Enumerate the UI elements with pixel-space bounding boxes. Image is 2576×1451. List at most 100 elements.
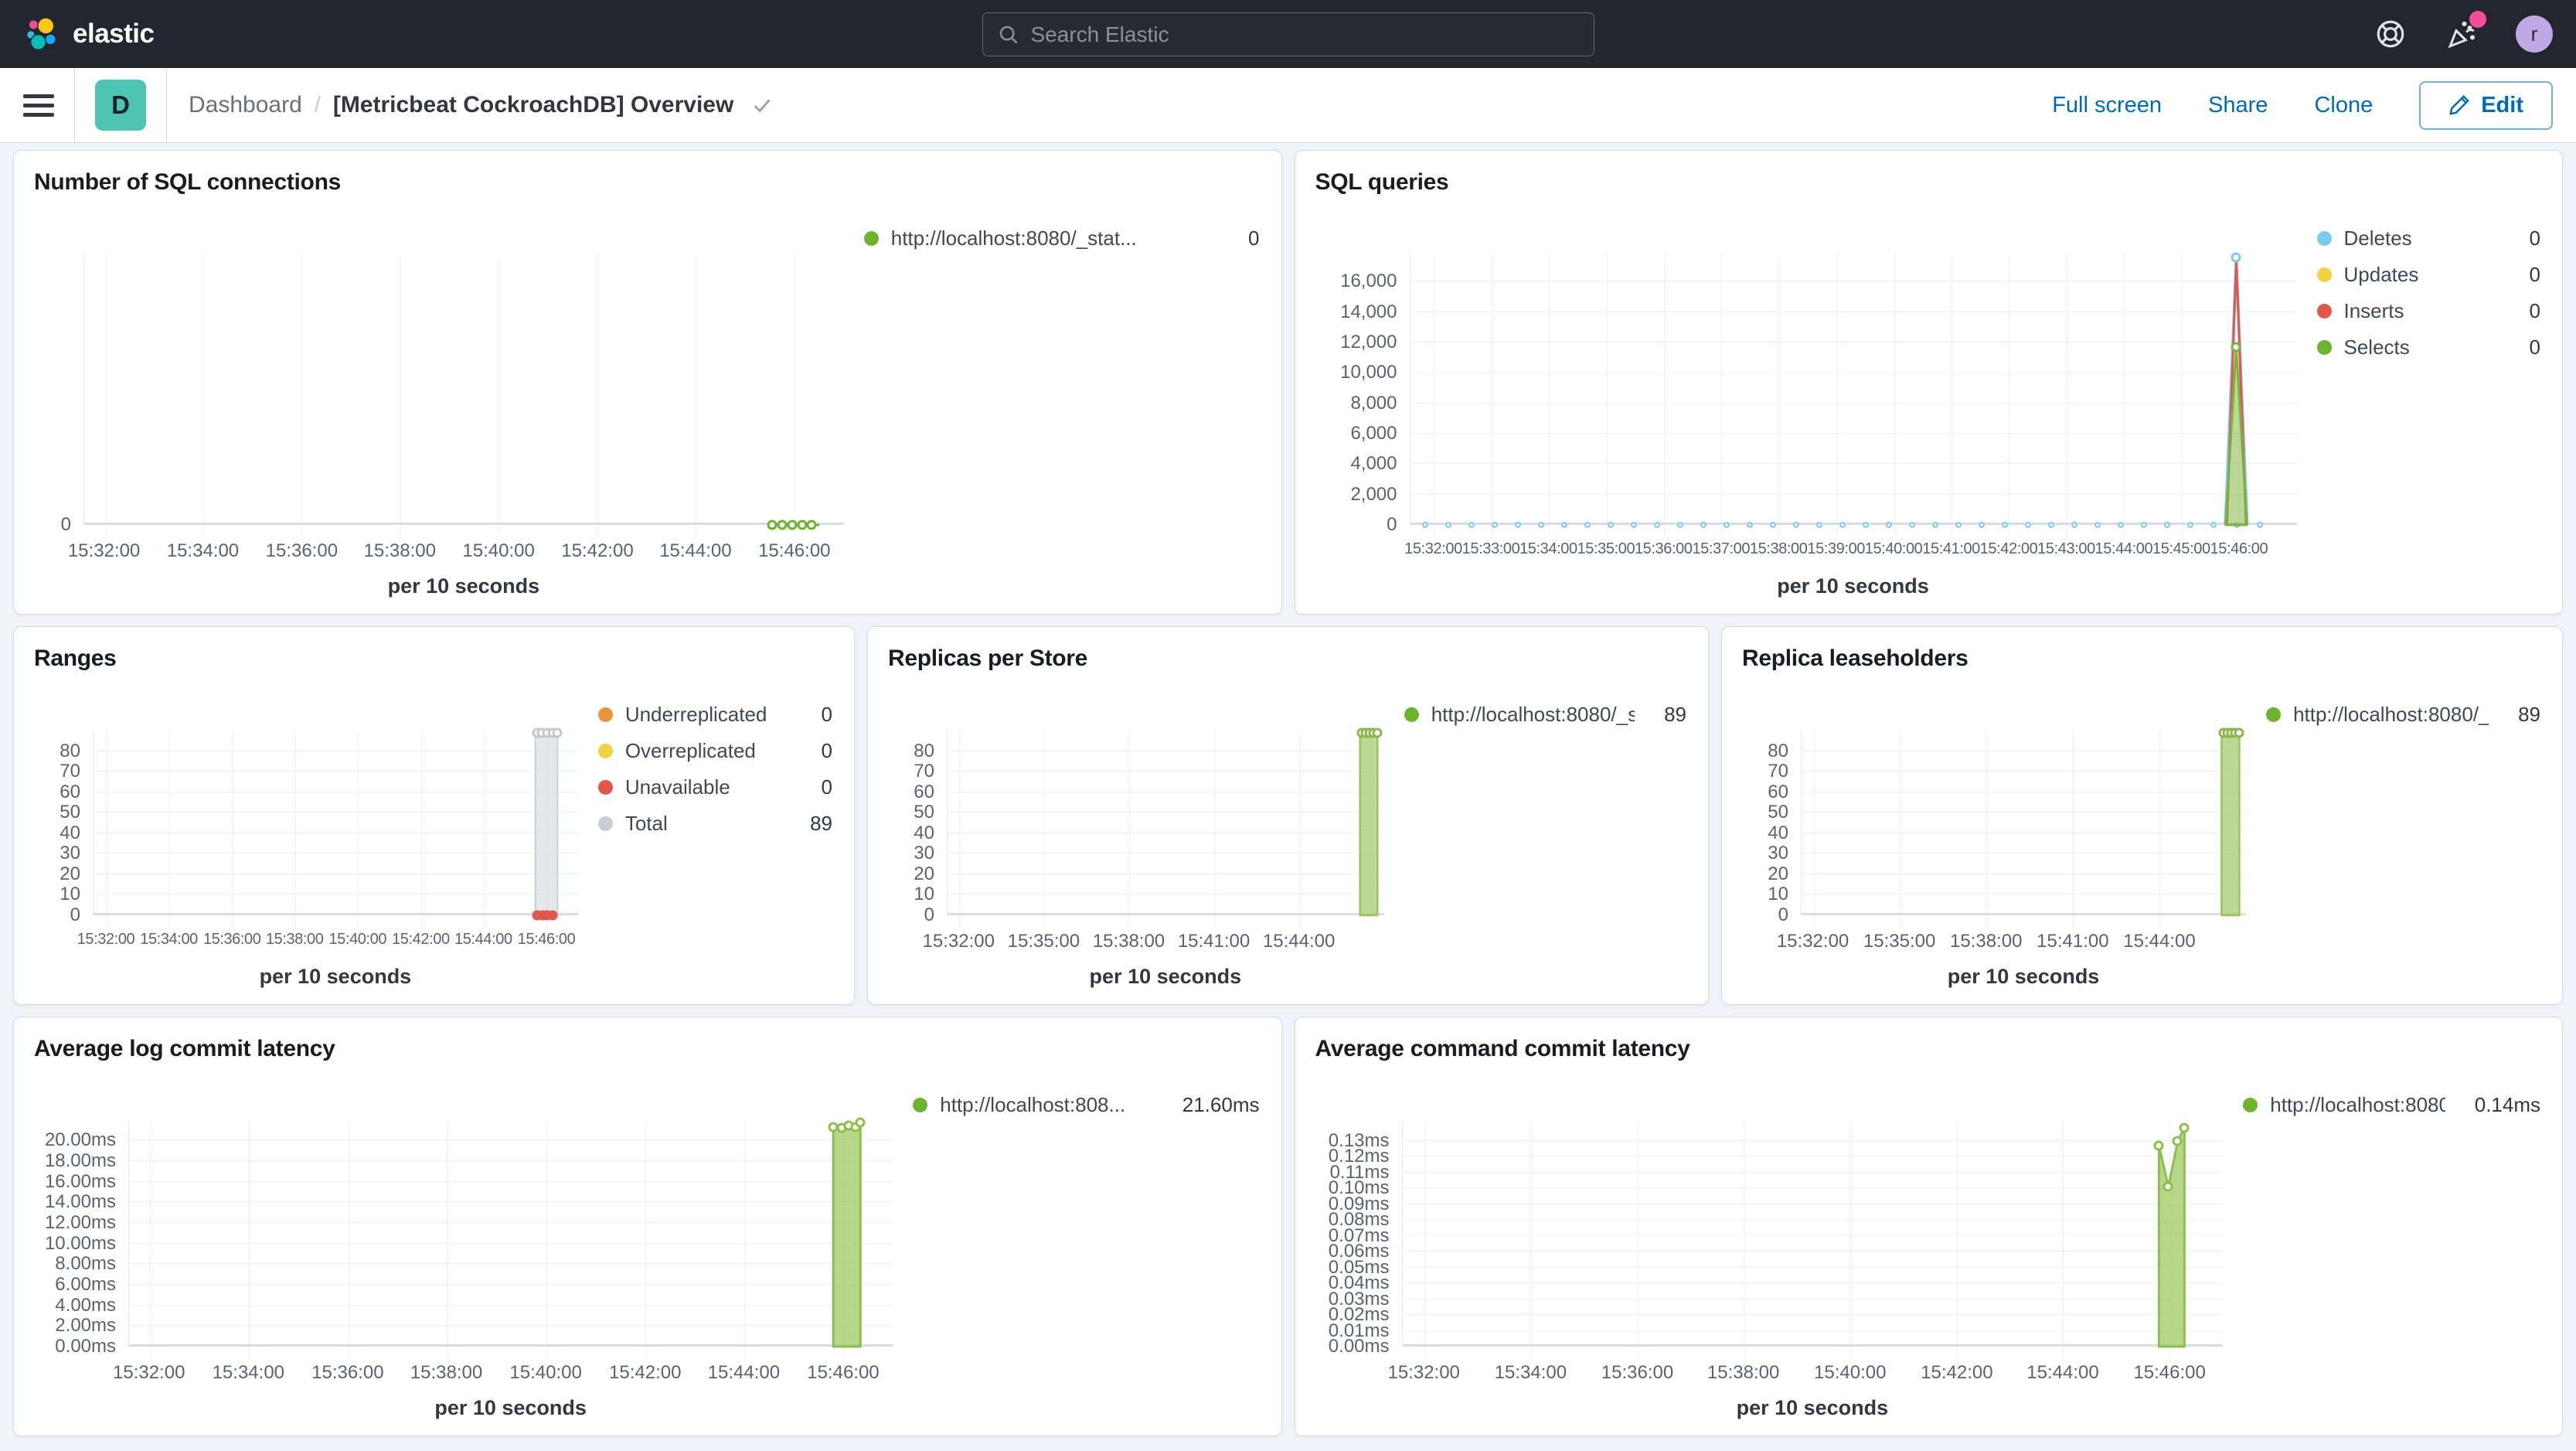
y-tick-label: 80 [1768, 740, 1788, 761]
y-axis: 0 [34, 254, 83, 535]
y-axis: 0 10 20 30 40 50 60 70 80 [1742, 731, 1801, 925]
x-tick-label: 15:36:00 [1601, 1362, 1674, 1383]
x-tick-label: 15:42:00 [1979, 540, 2038, 557]
x-tick-label: 15:38:00 [410, 1362, 483, 1383]
legend-item-deletes[interactable]: Deletes 0 [2316, 227, 2540, 250]
legend-value: 0 [2529, 227, 2540, 250]
series-color-dot [2316, 304, 2332, 318]
x-tick-label: 15:36:00 [1634, 540, 1693, 557]
app-header: elastic r [0, 0, 2576, 68]
chart-plot-area[interactable] [1409, 252, 2297, 537]
legend-item[interactable]: http://localhost:8080/_stat... 0 [863, 227, 1260, 250]
legend-item-selects[interactable]: Selects 0 [2316, 336, 2540, 359]
chart-plot-area[interactable] [947, 727, 1384, 928]
chart-series-svg [94, 731, 578, 915]
x-tick-label: 15:35:00 [1577, 540, 1635, 557]
x-axis-title: per 10 seconds [1947, 965, 2100, 988]
chart-plot-area[interactable] [83, 254, 844, 537]
legend-item[interactable]: http://localhost:8080/_sta... 89 [2266, 703, 2540, 727]
series-replicas-bar [1360, 733, 1378, 915]
x-tick-label: 15:34:00 [166, 540, 240, 561]
series-color-dot [1404, 707, 1419, 722]
logo-text: elastic [73, 19, 155, 49]
legend-label: http://localhost:8080/_stat... [890, 227, 1137, 250]
y-tick-label: 18.00ms [44, 1150, 116, 1171]
x-axis: 15:32:00 15:34:00 15:36:00 15:38:00 15:40:00… [113, 1347, 893, 1390]
y-axis: 0 10 20 30 40 50 60 70 80 [34, 731, 93, 925]
legend-value: 0.14ms [2474, 1093, 2540, 1116]
legend-value: 0 [2529, 263, 2540, 286]
divider [74, 67, 75, 143]
legend-item[interactable]: http://localhost:8080... 0.14ms [2243, 1093, 2540, 1117]
legend-value: 0 [821, 703, 832, 726]
series-point-marker [2163, 1181, 2173, 1192]
menu-button[interactable] [23, 94, 54, 117]
x-tick-label: 15:42:00 [1921, 1362, 1993, 1383]
x-tick-label: 15:37:00 [1692, 540, 1751, 557]
y-tick-label: 6.00ms [55, 1274, 116, 1295]
x-axis-title: per 10 seconds [387, 574, 540, 598]
dashboard-toolbar: D Dashboard / [Metricbeat CockroachDB] O… [0, 67, 2576, 143]
legend-item-updates[interactable]: Updates 0 [2316, 263, 2540, 287]
x-tick-label: 15:32:00 [112, 1362, 185, 1383]
legend-item-total[interactable]: Total 89 [597, 812, 832, 836]
legend-value: 0 [1248, 227, 1260, 250]
breadcrumb-dashboard[interactable]: Dashboard [189, 92, 302, 118]
series-color-dot [2316, 231, 2332, 246]
x-axis: 15:32:00 15:34:00 15:36:00 15:38:00 15:40:00… [68, 525, 844, 568]
series-color-dot [2316, 340, 2332, 355]
legend-label: Underreplicated [624, 703, 767, 726]
chart-legend: http://localhost:8080/_sta... 89 [1384, 676, 1688, 993]
chart-legend: http://localhost:8080/_sta... 89 [2246, 676, 2542, 993]
chart-plot-area[interactable] [1801, 727, 2247, 928]
legend-item[interactable]: http://localhost:8080/_sta... 89 [1404, 703, 1686, 727]
x-tick-label: 15:44:00 [2123, 931, 2196, 952]
panel-title: SQL queries [1315, 169, 1449, 195]
y-tick-label: 30 [914, 843, 934, 864]
y-tick-label: 10.00ms [44, 1232, 116, 1254]
legend-item-unavailable[interactable]: Unavailable 0 [597, 775, 832, 799]
series-point-marker [797, 519, 808, 530]
x-tick-label: 15:36:00 [265, 540, 339, 561]
x-tick-label: 15:38:00 [1749, 540, 1808, 557]
clone-button[interactable]: Clone [2314, 93, 2373, 118]
user-avatar[interactable]: r [2516, 15, 2553, 53]
chart-plot-area[interactable] [1401, 1121, 2224, 1359]
x-tick-label: 15:35:00 [1007, 931, 1080, 952]
share-button[interactable]: Share [2208, 93, 2268, 118]
breadcrumb-separator: / [314, 92, 321, 118]
x-axis: 15:32:00 15:35:00 15:38:00 15:41:00 15:44:00 [1777, 915, 2246, 959]
y-tick-label: 70 [1768, 761, 1788, 782]
elastic-logo[interactable]: elastic [23, 15, 155, 53]
legend-item-inserts[interactable]: Inserts 0 [2316, 299, 2540, 323]
chart-legend: http://localhost:8080... 0.14ms [2223, 1067, 2542, 1425]
legend-label: Total [624, 812, 668, 835]
y-tick-label: 40 [60, 822, 80, 843]
elastic-logo-icon [26, 17, 57, 51]
x-tick-label: 15:33:00 [1462, 540, 1520, 557]
legend-label: Unavailable [624, 775, 730, 799]
legend-item[interactable]: http://localhost:808... 21.60ms [913, 1093, 1260, 1117]
help-button[interactable] [2374, 17, 2408, 51]
pencil-icon [2449, 95, 2470, 115]
x-tick-label: 15:34:00 [140, 931, 198, 948]
y-tick-label: 6,000 [1350, 423, 1397, 444]
series-color-dot [597, 816, 613, 831]
y-axis: 0 2,000 4,000 6,000 8,000 10,000 12,000 14,000 1… [1315, 254, 1410, 535]
series-color-dot [597, 780, 613, 795]
global-search[interactable] [982, 12, 1594, 56]
legend-item-underreplicated[interactable]: Underreplicated 0 [597, 703, 832, 727]
chart-plot-area[interactable] [128, 1117, 893, 1359]
legend-item-overreplicated[interactable]: Overreplicated 0 [597, 739, 832, 763]
x-axis-title: per 10 seconds [259, 965, 412, 988]
edit-button[interactable]: Edit [2419, 80, 2553, 130]
x-tick-label: 15:32:00 [1404, 540, 1462, 557]
chart-plot-area[interactable] [93, 727, 578, 928]
panel-title: Number of SQL connections [34, 169, 341, 195]
legend-value: 89 [1664, 703, 1686, 726]
search-input[interactable] [1030, 22, 1580, 47]
x-tick-label: 15:32:00 [67, 540, 141, 561]
x-tick-label: 15:38:00 [265, 931, 324, 948]
full-screen-button[interactable]: Full screen [2052, 93, 2162, 118]
newsfeed-button[interactable] [2445, 11, 2486, 51]
